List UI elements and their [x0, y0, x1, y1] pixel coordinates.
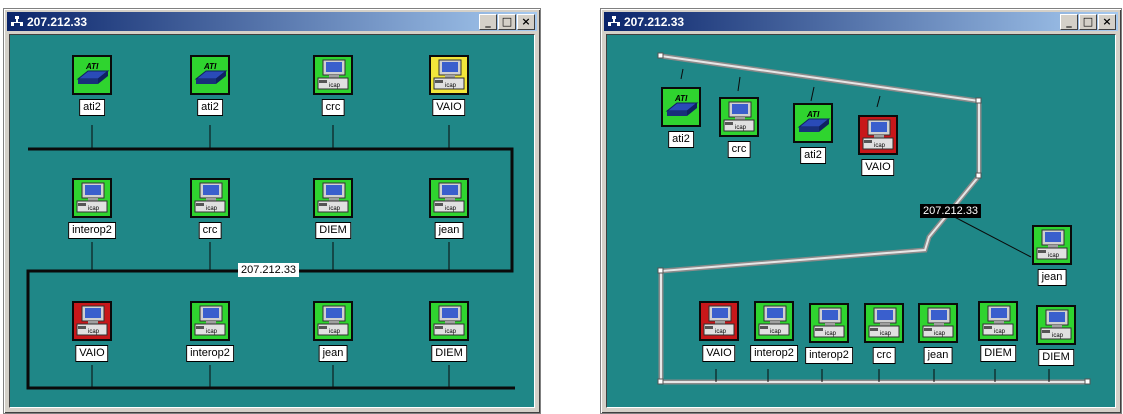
network-map-canvas[interactable]: 207.212.33 ATI ati2 ATI ati2 icap crc icap VAIO…: [9, 34, 535, 408]
svg-text:icap: icap: [994, 329, 1006, 335]
computer-icon[interactable]: icap: [918, 303, 958, 343]
computer-icon[interactable]: icap: [809, 303, 849, 343]
node-label: interop2: [805, 347, 853, 364]
title-bar[interactable]: 207.212.33 _ □ ×: [7, 12, 537, 31]
computer-icon[interactable]: icap: [429, 301, 469, 341]
svg-text:icap: icap: [88, 206, 100, 212]
svg-text:ATI: ATI: [85, 62, 99, 71]
network-address-label: 207.212.33: [238, 263, 300, 277]
computer-icon[interactable]: icap: [864, 303, 904, 343]
node-label: interop2: [186, 345, 234, 362]
maximize-button[interactable]: □: [498, 14, 516, 30]
computer-icon[interactable]: icap: [699, 301, 739, 341]
minimize-button[interactable]: _: [1060, 14, 1078, 30]
switch-icon[interactable]: ATI: [793, 103, 833, 143]
svg-text:icap: icap: [1048, 253, 1060, 259]
svg-text:icap: icap: [770, 329, 782, 335]
computer-icon[interactable]: icap: [858, 115, 898, 155]
window-title: 207.212.33: [27, 15, 88, 29]
close-button[interactable]: ×: [1098, 14, 1116, 30]
node-label: VAIO: [861, 159, 895, 176]
svg-text:icap: icap: [880, 331, 892, 337]
computer-icon[interactable]: icap: [719, 97, 759, 137]
switch-icon[interactable]: ATI: [190, 55, 230, 95]
svg-text:icap: icap: [206, 329, 218, 335]
node-label: crc: [198, 222, 222, 239]
svg-text:icap: icap: [445, 206, 457, 212]
window-title: 207.212.33: [624, 15, 685, 29]
computer-icon[interactable]: icap: [1036, 305, 1076, 345]
svg-text:icap: icap: [329, 83, 341, 89]
close-button[interactable]: ×: [517, 14, 535, 30]
computer-icon[interactable]: icap: [313, 301, 353, 341]
network-icon: [608, 16, 620, 27]
switch-icon[interactable]: ATI: [661, 87, 701, 127]
node-label: DIEM: [315, 222, 351, 239]
node-label: DIEM: [431, 345, 467, 362]
computer-icon[interactable]: icap: [429, 178, 469, 218]
svg-text:icap: icap: [329, 329, 341, 335]
node-label: jean: [923, 347, 953, 364]
svg-text:ATI: ATI: [674, 94, 688, 103]
svg-text:icap: icap: [445, 329, 457, 335]
node-label: VAIO: [432, 99, 466, 116]
title-bar[interactable]: 207.212.33 _ □ ×: [604, 12, 1118, 31]
node-label: ati2: [79, 99, 105, 116]
node-label: ati2: [800, 147, 826, 164]
computer-icon[interactable]: icap: [978, 301, 1018, 341]
svg-text:icap: icap: [329, 206, 341, 212]
node-label: crc: [727, 141, 751, 158]
svg-text:icap: icap: [445, 83, 457, 89]
node-label: DIEM: [1038, 349, 1074, 366]
svg-text:icap: icap: [715, 329, 727, 335]
svg-text:icap: icap: [1052, 333, 1064, 339]
node-label: jean: [434, 222, 464, 239]
svg-text:icap: icap: [88, 329, 100, 335]
network-map-window-right: 207.212.33 _ □ × 207.212.33 ATI ati2 ica…: [600, 8, 1122, 414]
network-address-label: 207.212.33: [920, 204, 982, 218]
computer-icon[interactable]: icap: [313, 178, 353, 218]
computer-icon[interactable]: icap: [1032, 225, 1072, 265]
node-label: VAIO: [75, 345, 109, 362]
node-label: crc: [321, 99, 345, 116]
node-label: interop2: [750, 345, 798, 362]
network-map-window-left: 207.212.33 _ □ × 207.212.33 ATI ati2 ATI…: [3, 8, 541, 414]
computer-icon[interactable]: icap: [190, 301, 230, 341]
network-icon: [11, 16, 23, 27]
network-map-canvas[interactable]: 207.212.33 ATI ati2 icap crc ATI ati2 icap VAIO…: [606, 34, 1116, 408]
computer-icon[interactable]: icap: [429, 55, 469, 95]
maximize-button[interactable]: □: [1079, 14, 1097, 30]
minimize-button[interactable]: _: [479, 14, 497, 30]
node-label: jean: [318, 345, 348, 362]
computer-icon[interactable]: icap: [313, 55, 353, 95]
svg-text:ATI: ATI: [806, 110, 820, 119]
computer-icon[interactable]: icap: [72, 178, 112, 218]
switch-icon[interactable]: ATI: [72, 55, 112, 95]
svg-text:icap: icap: [206, 206, 218, 212]
node-label: ati2: [197, 99, 223, 116]
svg-text:icap: icap: [825, 331, 837, 337]
svg-text:ATI: ATI: [203, 62, 217, 71]
node-label: ati2: [668, 131, 694, 148]
node-label: jean: [1037, 269, 1067, 286]
svg-text:icap: icap: [874, 143, 886, 149]
computer-icon[interactable]: icap: [72, 301, 112, 341]
node-label: crc: [872, 347, 896, 364]
computer-icon[interactable]: icap: [754, 301, 794, 341]
node-label: interop2: [68, 222, 116, 239]
svg-text:icap: icap: [934, 331, 946, 337]
node-label: DIEM: [980, 345, 1016, 362]
computer-icon[interactable]: icap: [190, 178, 230, 218]
node-label: VAIO: [702, 345, 736, 362]
svg-text:icap: icap: [735, 125, 747, 131]
